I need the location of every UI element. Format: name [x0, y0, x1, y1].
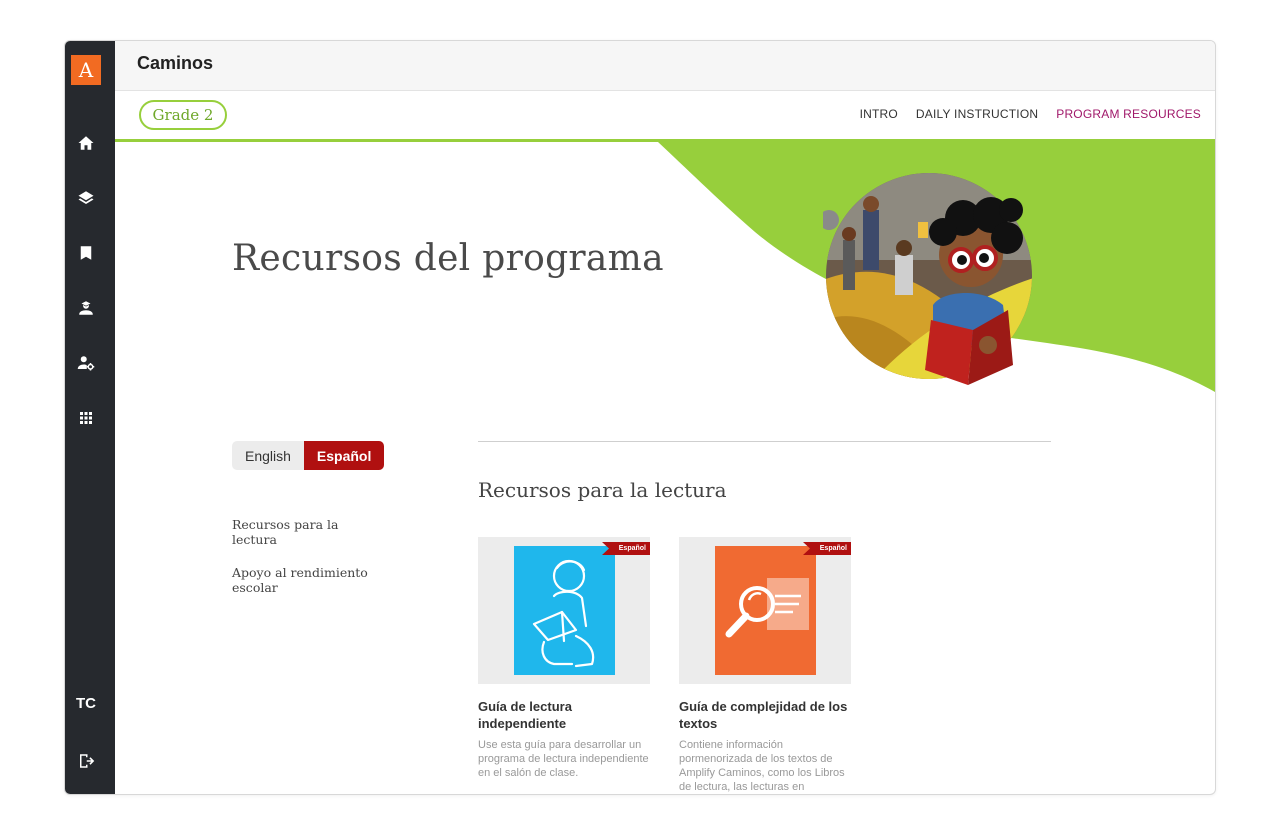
reading-girl-illustration: [823, 173, 1032, 385]
card-thumbnail[interactable]: Español: [679, 537, 851, 684]
card-description: Contiene información pormenorizada de lo…: [679, 739, 845, 793]
logout-icon[interactable]: [75, 750, 97, 772]
apps-grid-icon[interactable]: [75, 407, 97, 429]
english-button[interactable]: English: [232, 441, 304, 470]
resource-card[interactable]: Español Guía de complejidad de los texto…: [679, 537, 851, 794]
bookmark-icon[interactable]: [75, 242, 97, 264]
nav-intro[interactable]: INTRO: [860, 107, 898, 121]
language-toggle: English Español: [232, 441, 385, 470]
reader-cover-icon: [514, 546, 615, 675]
app-window: A TC Caminos Grade 2 INTRO DAILY INSTRUC…: [64, 40, 1216, 795]
program-nav: INTRO DAILY INSTRUCTION PROGRAM RESOURCE…: [860, 107, 1201, 121]
spanish-badge: Español: [602, 542, 650, 555]
hero-banner: Recursos del programa: [115, 142, 1215, 402]
card-title[interactable]: Guía de lectura independiente: [478, 698, 650, 732]
app-title: Caminos: [137, 53, 214, 73]
card-description: Use esta guía para desarrollar un progra…: [478, 739, 649, 779]
page-title: Recursos del programa: [232, 238, 664, 279]
card-title[interactable]: Guía de complejidad de los textos: [679, 698, 851, 732]
sub-nav: Grade 2 INTRO DAILY INSTRUCTION PROGRAM …: [115, 91, 1215, 142]
user-settings-icon[interactable]: [75, 352, 97, 374]
spanish-button[interactable]: Español: [303, 441, 385, 470]
amplify-logo[interactable]: A: [71, 55, 101, 85]
magnifier-cover-icon: [715, 546, 816, 675]
nav-daily-instruction[interactable]: DAILY INSTRUCTION: [916, 107, 1038, 121]
side-nav-reading-resources[interactable]: Recursos para la lectura: [232, 517, 382, 547]
section-side-nav: Recursos para la lectura Apoyo al rendim…: [232, 517, 382, 613]
resource-card[interactable]: Español Guía de lectura independiente Us…: [478, 537, 650, 780]
top-bar: Caminos: [115, 41, 1215, 91]
side-nav-academic-support[interactable]: Apoyo al rendimiento escolar: [232, 565, 382, 595]
teacher-icon[interactable]: [75, 297, 97, 319]
nav-program-resources[interactable]: PROGRAM RESOURCES: [1056, 107, 1201, 121]
section-divider: [478, 441, 1051, 442]
layers-icon[interactable]: [75, 187, 97, 209]
grade-selector[interactable]: Grade 2: [139, 100, 227, 130]
section-title: Recursos para la lectura: [478, 478, 727, 502]
home-icon[interactable]: [75, 132, 97, 154]
card-thumbnail[interactable]: Español: [478, 537, 650, 684]
spanish-badge: Español: [803, 542, 851, 555]
user-initials[interactable]: TC: [65, 695, 107, 712]
left-rail: A TC: [65, 41, 115, 794]
